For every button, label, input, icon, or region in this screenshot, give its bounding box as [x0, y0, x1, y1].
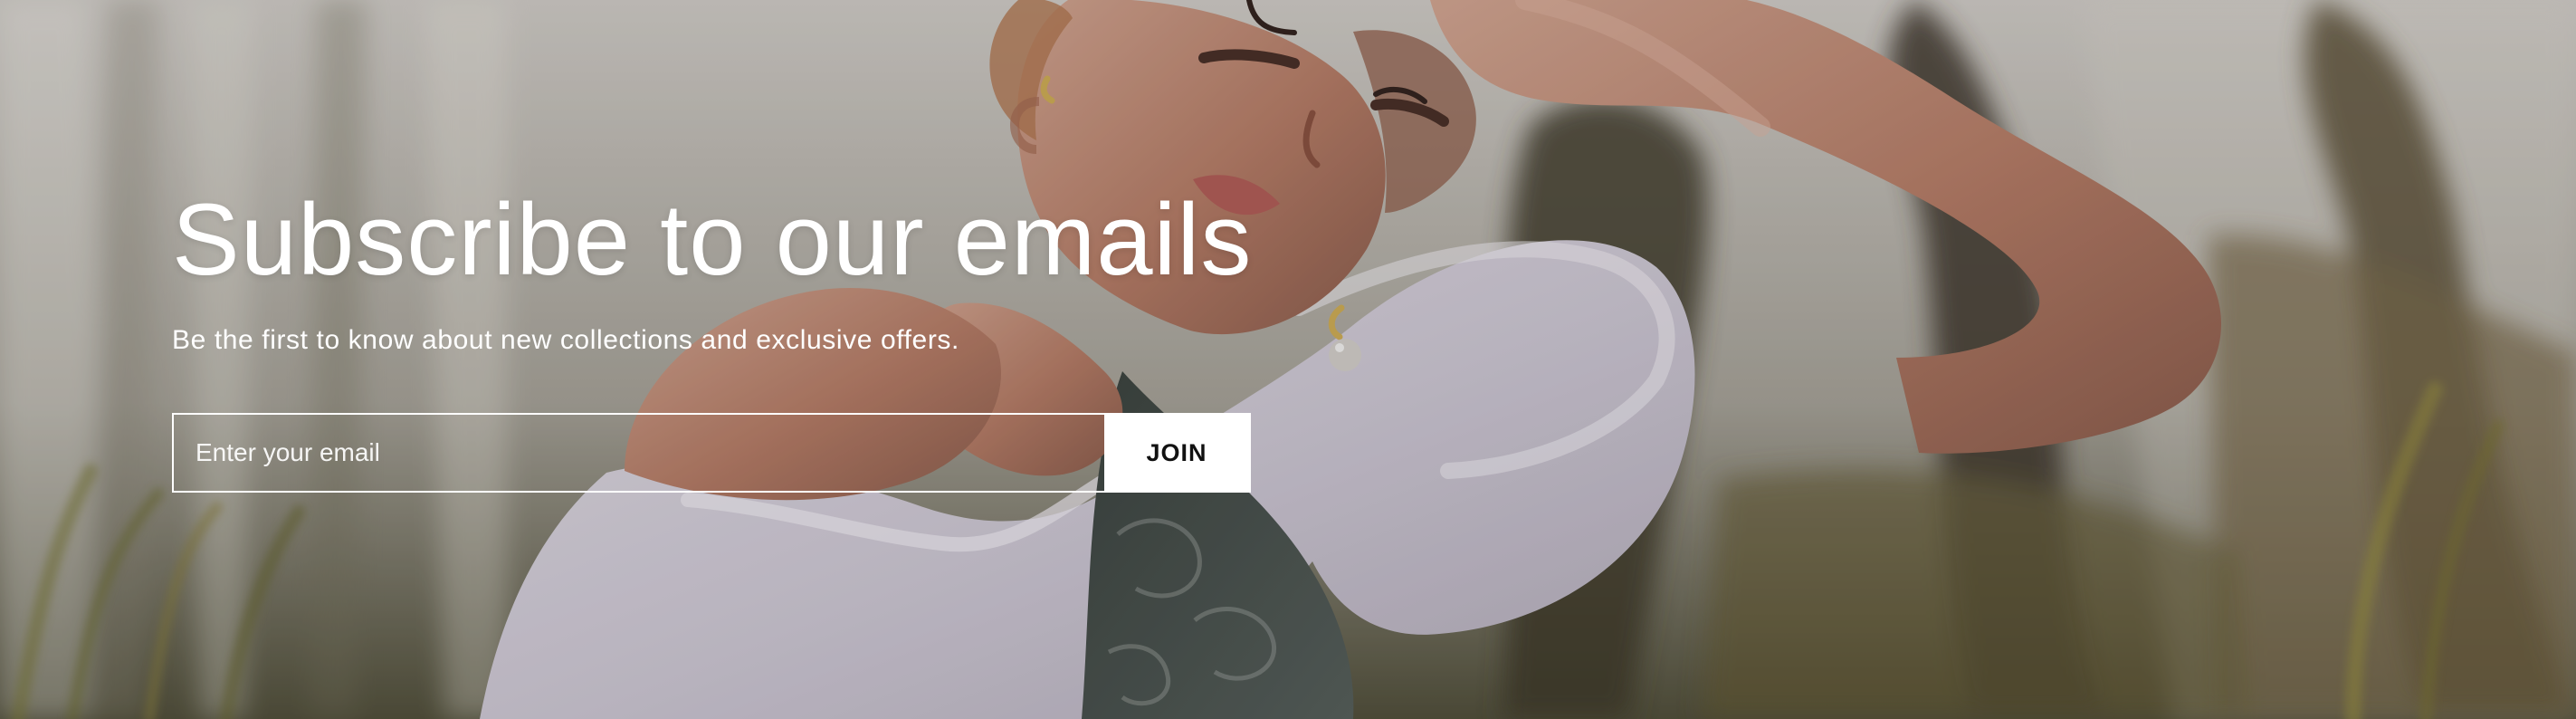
join-button[interactable]: JOIN [1104, 415, 1249, 491]
email-input[interactable] [174, 415, 1104, 491]
email-signup-form: JOIN [172, 413, 1251, 493]
newsletter-hero: Subscribe to our emails Be the first to … [0, 0, 2576, 719]
newsletter-title: Subscribe to our emails [172, 183, 1253, 296]
newsletter-signup: Subscribe to our emails Be the first to … [172, 177, 1258, 493]
newsletter-subtitle: Be the first to know about new collectio… [172, 325, 959, 355]
